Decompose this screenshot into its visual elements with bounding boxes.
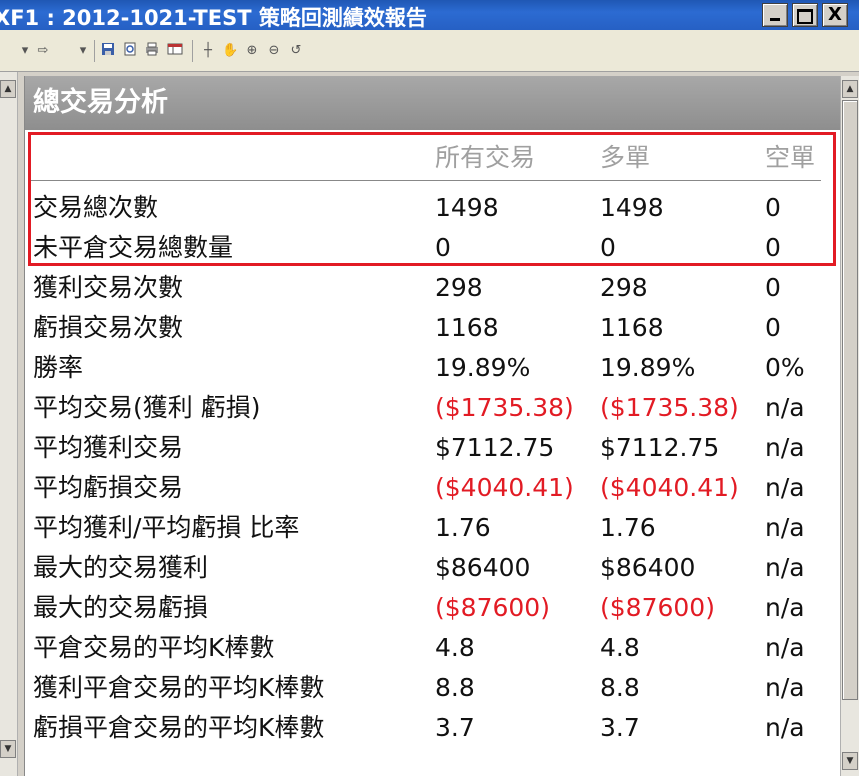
maximize-icon	[797, 9, 813, 24]
row-label: 虧損平倉交易的平均K棒數	[33, 713, 325, 742]
hand-icon[interactable]: ✋	[222, 42, 238, 60]
value-all: $86400	[435, 553, 531, 582]
dropdown-arrow-icon[interactable]: ▾	[78, 42, 88, 60]
value-short: n/a	[765, 513, 805, 542]
value-all: 1.76	[435, 513, 491, 542]
window-title: XF1 : 2012-1021-TEST 策略回測績效報告	[0, 6, 427, 30]
row-label: 最大的交易虧損	[33, 593, 209, 622]
scroll-down-icon[interactable]: ▼	[0, 740, 16, 758]
value-long: ($87600)	[600, 593, 715, 622]
report-content: ▲ ▼ 總交易分析 所有交易 多單 空單 交易總次數 1498 1498 0 未平倉交易…	[0, 72, 859, 776]
print-preview-icon[interactable]	[122, 42, 138, 60]
section-title: 總交易分析	[25, 76, 841, 130]
value-long: 1168	[600, 313, 664, 342]
table-row: 最大的交易虧損 ($87600) ($87600) n/a	[25, 588, 841, 628]
dropdown-arrow-icon[interactable]: ▾	[20, 42, 30, 60]
row-label: 勝率	[33, 353, 84, 382]
value-short: 0%	[765, 353, 805, 382]
value-long: $7112.75	[600, 433, 720, 462]
value-long: 4.8	[600, 633, 640, 662]
table-row: 平均虧損交易 ($4040.41) ($4040.41) n/a	[25, 468, 841, 508]
table-row: 平均獲利交易 $7112.75 $7112.75 n/a	[25, 428, 841, 468]
value-long: 8.8	[600, 673, 640, 702]
zoom-out-icon[interactable]: ⊖	[266, 42, 282, 60]
value-all: 3.7	[435, 713, 475, 742]
value-long: ($1735.38)	[600, 393, 739, 422]
table-row: 平均獲利/平均虧損 比率 1.76 1.76 n/a	[25, 508, 841, 548]
close-button[interactable]: X	[822, 3, 848, 27]
value-long: ($4040.41)	[600, 473, 739, 502]
table-row: 獲利平倉交易的平均K棒數 8.8 8.8 n/a	[25, 668, 841, 708]
row-label: 最大的交易獲利	[33, 553, 209, 582]
table-row: 平均交易(獲利 虧損) ($1735.38) ($1735.38) n/a	[25, 388, 841, 428]
value-long: 3.7	[600, 713, 640, 742]
forward-arrow-icon[interactable]: ⇨	[36, 42, 50, 60]
row-label: 平均獲利/平均虧損 比率	[33, 513, 300, 542]
row-label: 平均交易(獲利 虧損)	[33, 393, 261, 422]
row-label: 虧損交易次數	[33, 313, 184, 342]
scroll-up-icon[interactable]: ▲	[842, 80, 858, 98]
value-long: $86400	[600, 553, 696, 582]
toolbar: ▾ ⇨ ▾ ┼ ✋ ⊕ ⊖ ↺	[0, 30, 859, 72]
zoom-in-icon[interactable]: ⊕	[244, 42, 260, 60]
highlight-box	[28, 132, 836, 266]
row-label: 平均虧損交易	[33, 473, 184, 502]
save-icon[interactable]	[100, 42, 116, 60]
title-bar[interactable]: XF1 : 2012-1021-TEST 策略回測績效報告 X	[0, 0, 859, 30]
scroll-up-icon[interactable]: ▲	[0, 80, 16, 98]
value-short: n/a	[765, 393, 805, 422]
value-all: ($4040.41)	[435, 473, 574, 502]
print-icon[interactable]	[144, 42, 160, 60]
value-short: n/a	[765, 593, 805, 622]
toolbar-separator	[192, 40, 193, 62]
value-all: 1168	[435, 313, 499, 342]
right-scrollbar[interactable]: ▲ ▼	[840, 76, 859, 776]
minimize-icon	[770, 18, 780, 21]
crosshair-icon[interactable]: ┼	[200, 42, 216, 60]
value-short: n/a	[765, 713, 805, 742]
toolbar-separator	[94, 40, 95, 62]
row-label: 獲利平倉交易的平均K棒數	[33, 673, 325, 702]
scrollbar-thumb[interactable]	[842, 100, 858, 700]
value-all: $7112.75	[435, 433, 555, 462]
row-label: 平均獲利交易	[33, 433, 184, 462]
row-label: 獲利交易次數	[33, 273, 184, 302]
maximize-button[interactable]	[792, 3, 818, 27]
trade-analysis-panel: 總交易分析 所有交易 多單 空單 交易總次數 1498 1498 0 未平倉交易總數量 0…	[24, 76, 841, 776]
value-all: 19.89%	[435, 353, 531, 382]
row-label: 平倉交易的平均K棒數	[33, 633, 275, 662]
table-row: 虧損交易次數 1168 1168 0	[25, 308, 841, 348]
table-row: 獲利交易次數 298 298 0	[25, 268, 841, 308]
value-all: 8.8	[435, 673, 475, 702]
value-all: ($1735.38)	[435, 393, 574, 422]
value-short: n/a	[765, 673, 805, 702]
reset-icon[interactable]: ↺	[288, 42, 304, 60]
value-long: 19.89%	[600, 353, 696, 382]
value-all: 298	[435, 273, 483, 302]
minimize-button[interactable]	[762, 3, 788, 27]
value-short: 0	[765, 313, 781, 342]
table-row: 勝率 19.89% 19.89% 0%	[25, 348, 841, 388]
value-long: 298	[600, 273, 648, 302]
value-all: ($87600)	[435, 593, 550, 622]
table-row: 平倉交易的平均K棒數 4.8 4.8 n/a	[25, 628, 841, 668]
value-all: 4.8	[435, 633, 475, 662]
scroll-down-icon[interactable]: ▼	[842, 752, 858, 770]
value-short: n/a	[765, 633, 805, 662]
table-row: 虧損平倉交易的平均K棒數 3.7 3.7 n/a	[25, 708, 841, 748]
value-long: 1.76	[600, 513, 656, 542]
table-row: 最大的交易獲利 $86400 $86400 n/a	[25, 548, 841, 588]
value-short: n/a	[765, 473, 805, 502]
table-icon[interactable]	[166, 42, 184, 60]
value-short: n/a	[765, 433, 805, 462]
close-icon: X	[828, 4, 842, 25]
value-short: 0	[765, 273, 781, 302]
value-short: n/a	[765, 553, 805, 582]
left-scrollbar[interactable]: ▲ ▼	[0, 72, 18, 776]
